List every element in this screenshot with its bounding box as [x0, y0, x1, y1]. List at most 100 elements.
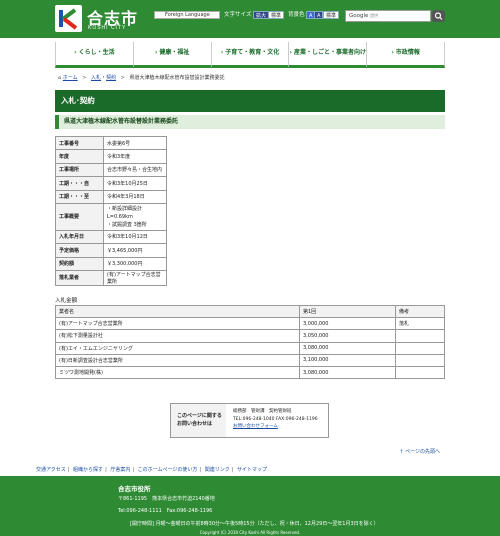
search-icon [434, 12, 443, 20]
gnav-item-business[interactable]: › 産業・しごと・事業者向け [288, 42, 367, 68]
bids-table: 業者名 第1回 備考 (有)アートマップ合志営業所 3,000,000 落札 (… [55, 304, 445, 380]
breadcrumb-separator: > [82, 75, 87, 81]
info-key: 工事番号 [55, 135, 104, 151]
info-key: 工期・・・至 [55, 189, 104, 204]
site-name-en: KOSHI CITY [88, 25, 127, 31]
gnav-item-city[interactable]: › 市政情報 [366, 42, 445, 68]
bid-note [395, 365, 445, 380]
footer-hours: [開庁時間] 月曜～金曜日の午前8時30分～午後5時15分（ただし、祝・休日、1… [130, 521, 379, 527]
bid-amount: 3,080,000 [299, 365, 396, 380]
info-key: 落札業者 [55, 269, 104, 286]
breadcrumb-current: 県道大津植木線配水管布設替設計業務委託 [129, 75, 225, 81]
info-key: 工事概要 [55, 202, 104, 231]
footer-nav: 交通アクセス | 組織から探す | 庁舎案内 | このホームページの使い方 | 関連リン… [36, 467, 267, 473]
bid-note [395, 329, 445, 343]
contact-tel: TEL:096-248-1040 FAX:096-248-1196 [233, 416, 318, 422]
table-row: ミツワ測地開発(株) 3,080,000 [55, 365, 445, 380]
info-value: ￥3,300,000円 [103, 256, 167, 271]
info-key: 入札年月日 [55, 229, 104, 245]
info-value: (有)アートマップ合志営業所 [103, 269, 167, 286]
bid-amount: 3,100,000 [299, 353, 396, 367]
footer-link-sitemap[interactable]: サイトマップ [237, 467, 267, 473]
breadcrumb-separator: > [120, 75, 125, 81]
summary-line: ・試掘調査 3箇所 [107, 221, 147, 228]
info-value: ・新設詳細設計 L=0.69km ・試掘調査 3箇所 [103, 202, 167, 231]
footer-link-office[interactable]: 庁舎案内 [110, 467, 130, 473]
bgcolor-standard-button[interactable]: 標準 [323, 11, 340, 19]
foreign-language-select[interactable]: Foreign Language [154, 11, 220, 19]
search-button[interactable] [432, 10, 445, 22]
font-large-button[interactable]: 拡大 [253, 11, 270, 19]
breadcrumb-nyusatsu[interactable]: 入札 [91, 75, 101, 81]
footer-address: 〒861-1195 熊本県合志市竹迫2140番地 [118, 496, 215, 502]
contact-dept: 総務部 管財課 契約管財班 [233, 409, 292, 414]
footer-copyright: Copyright (C) 2018 City Koshi All Rights… [199, 530, 301, 535]
bgcolor-a2-button[interactable]: A [314, 11, 324, 19]
bids-header-note: 備考 [395, 304, 445, 319]
contact-heading: このページに関する お問い合わせは [171, 404, 226, 437]
bidder-name: ミツワ測地開発(株) [55, 365, 300, 380]
bids-header-round1: 第1回 [299, 304, 396, 319]
font-size-label: 文字サイズ [224, 12, 252, 18]
bid-note: 落札 [395, 317, 445, 331]
info-key: 工期・・・自 [55, 176, 104, 191]
breadcrumb: ⌂ ホーム > 入札・契約 > 県道大津植木線配水管布設替設計業務委託 [58, 75, 225, 81]
bidder-name: (有)日新調査設計合志営業所 [55, 353, 300, 367]
info-key: 契約額 [55, 256, 104, 271]
search-hint: 提供 [370, 13, 379, 18]
arrow-up-icon: ↑ [399, 449, 404, 455]
info-value: 合志市野々島・合生地内 [103, 162, 167, 178]
home-icon: ⌂ [58, 75, 62, 81]
info-value: 令和3年10月12日 [103, 229, 167, 245]
table-row: (有)松下測量設計社 3,050,000 [55, 329, 445, 343]
gnav-item-health[interactable]: › 健康・福祉 [132, 42, 211, 68]
bids-caption: 入札金額 [55, 298, 78, 304]
pagetop-link[interactable]: ↑ ページの先頭へ [399, 448, 440, 455]
city-logo-icon[interactable] [55, 5, 82, 32]
gnav-item-life[interactable]: › くらし・生活 [55, 42, 133, 68]
info-key: 工事場所 [55, 162, 104, 178]
bid-note [395, 353, 445, 367]
contact-body: 総務部 管財課 契約管財班 TEL:096-248-1040 FAX:096-2… [233, 408, 318, 431]
table-row: (有)日新調査設計合志営業所 3,100,000 [55, 353, 445, 367]
site-footer: 合志市役所 〒861-1195 熊本県合志市竹迫2140番地 Tel:096-2… [0, 476, 500, 536]
search-brand: Google [349, 13, 369, 19]
info-key: 予定価格 [55, 243, 104, 258]
summary-line: ・新設詳細設計 L=0.69km [107, 205, 143, 220]
table-row: (有)アートマップ合志営業所 3,000,000 落札 [55, 317, 445, 331]
table-row: (有)エイ・エムエンジニヤリング 3,080,000 [55, 341, 445, 355]
contract-info-table: 工事番号 水委第6号 年度 令和3年度 工事場所 合志市野々島・合生地内 工期・・・自… [55, 135, 167, 286]
footer-link-access[interactable]: 交通アクセス [36, 467, 66, 473]
footer-link-links[interactable]: 関連リンク [205, 467, 230, 473]
font-standard-button[interactable]: 標準 [268, 11, 285, 19]
bgcolor-label: 背景色 [288, 12, 305, 18]
gnav-item-education[interactable]: › 子育て・教育・文化 [210, 42, 289, 68]
breadcrumb-keiyaku[interactable]: 契約 [106, 75, 116, 81]
bid-note [395, 341, 445, 355]
info-value: ￥3,465,000円 [103, 243, 167, 258]
bidder-name: (有)アートマップ合志営業所 [55, 317, 300, 331]
footer-tel: Tel:096-248-1111 Fax:096-248-1196 [118, 508, 213, 514]
contact-form-link[interactable]: お問い合わせフォーム [233, 424, 278, 429]
sub-title: 県道大津植木線配水管布設替設計業務委託 [55, 115, 445, 129]
footer-link-howto[interactable]: このホームページの使い方 [138, 467, 198, 473]
breadcrumb-home[interactable]: ホーム [63, 75, 78, 81]
info-value: 令和3年10月25日 [103, 176, 167, 191]
bid-amount: 3,050,000 [299, 329, 396, 343]
bid-amount: 3,080,000 [299, 341, 396, 355]
search-input[interactable]: Google 提供 [345, 10, 431, 22]
footer-link-org[interactable]: 組織から探す [73, 467, 103, 473]
global-nav: › くらし・生活 › 健康・福祉 › 子育て・教育・文化 › 産業・しごと・事業者向け … [55, 42, 445, 68]
page-title: 入札･契約 [55, 90, 445, 112]
bidder-name: (有)松下測量設計社 [55, 329, 300, 343]
footer-city-hall: 合志市役所 [118, 485, 151, 493]
info-value: 水委第6号 [103, 135, 167, 151]
bid-amount: 3,000,000 [299, 317, 396, 331]
bids-header-name: 業者名 [55, 304, 300, 319]
info-key: 年度 [55, 149, 104, 164]
info-value: 令和3年度 [103, 149, 167, 164]
site-header: 合志市 KOSHI CITY Foreign Language 文字サイズ 拡大… [0, 0, 500, 38]
contact-box: このページに関する お問い合わせは 総務部 管財課 契約管財班 TEL:096-… [170, 403, 329, 438]
bidder-name: (有)エイ・エムエンジニヤリング [55, 341, 300, 355]
info-value: 令和4年3月18日 [103, 189, 167, 204]
